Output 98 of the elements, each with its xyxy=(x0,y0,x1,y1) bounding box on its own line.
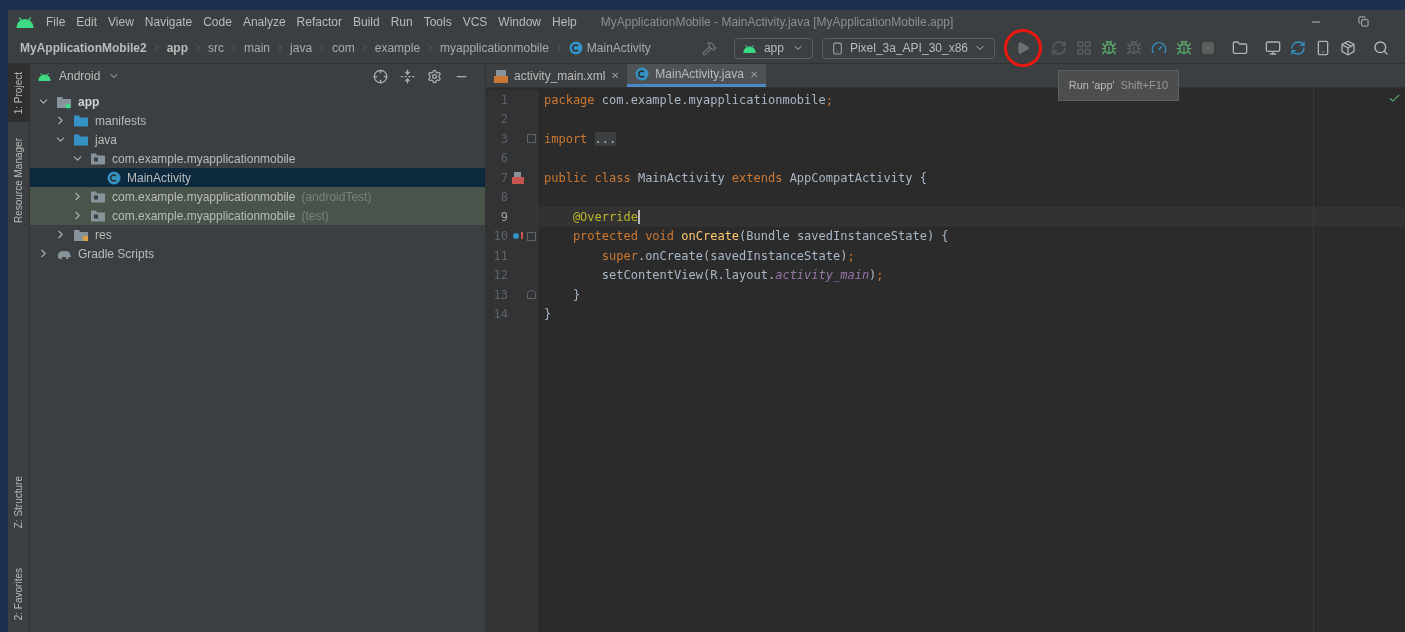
tool-window-tab[interactable]: Resource Manager xyxy=(8,130,29,232)
class-icon xyxy=(107,170,121,185)
code-line: protected void onCreate(Bundle savedInstanceState) { xyxy=(571,228,949,246)
bug-icon[interactable] xyxy=(1176,40,1192,56)
package-folder-icon xyxy=(90,208,106,223)
android-icon xyxy=(38,71,51,81)
search-icon[interactable] xyxy=(1373,40,1389,56)
window-title: MyApplicationMobile - MainActivity.java [MyApplicationMobile.app] xyxy=(600,13,954,31)
override-gutter-icon[interactable] xyxy=(512,231,524,242)
android-icon xyxy=(16,15,34,28)
bug-icon[interactable] xyxy=(1101,40,1117,56)
hammer-icon[interactable] xyxy=(701,40,717,56)
settings-icon[interactable] xyxy=(427,68,442,84)
menu-item[interactable]: Run xyxy=(390,12,413,31)
collapse-icon[interactable] xyxy=(400,68,415,84)
tree-item-label: res xyxy=(95,226,112,244)
menu-item[interactable]: VCS xyxy=(462,12,488,31)
class-icon xyxy=(568,41,583,55)
code-line: } xyxy=(571,286,581,304)
close-tab-button[interactable]: ✕ xyxy=(749,66,758,82)
breadcrumb[interactable]: src xyxy=(208,39,225,57)
breadcrumb[interactable]: MyApplicationMobile2 xyxy=(20,39,147,57)
project-view-selector[interactable]: Android xyxy=(59,67,101,85)
folder-icon xyxy=(73,113,89,128)
tooltip-label: Run 'app' xyxy=(1068,78,1115,93)
device-dropdown[interactable]: Pixel_3a_API_30_x86 xyxy=(821,37,995,59)
resource-folder-icon xyxy=(73,227,89,242)
menu-item[interactable]: Analyze xyxy=(242,12,286,31)
tree-item-label: app xyxy=(78,93,100,111)
code-line: setContentView(R.layout.activity_main); xyxy=(600,267,884,285)
tree-item-label: manifests xyxy=(95,112,147,130)
run-icon[interactable] xyxy=(1016,41,1030,55)
check-icon xyxy=(1388,92,1401,105)
package-icon[interactable] xyxy=(1340,40,1356,56)
package-folder-icon xyxy=(90,151,106,166)
tooltip-shortcut: Shift+F10 xyxy=(1120,78,1168,93)
tree-item-label: com.example.myapplicationmobile xyxy=(112,150,296,168)
code-line: super.onCreate(savedInstanceState); xyxy=(600,247,855,265)
line-number: 9 xyxy=(499,208,508,226)
breadcrumb[interactable]: java xyxy=(290,39,313,57)
editor-tab[interactable]: activity_main.xml ✕ xyxy=(486,64,628,87)
tree-item-label: com.example.myapplicationmobile xyxy=(112,188,296,206)
menu-item[interactable]: View xyxy=(108,12,134,31)
xml-file-icon xyxy=(494,68,508,83)
fold-marker-icon[interactable] xyxy=(527,231,536,241)
monitor-icon[interactable] xyxy=(1265,40,1281,56)
phone-icon[interactable] xyxy=(1315,40,1331,56)
code-line: import ... xyxy=(544,130,617,148)
folder-icon xyxy=(73,132,89,147)
tool-window-tab[interactable]: 1: Project xyxy=(8,64,29,123)
code-line: @Override xyxy=(571,208,640,226)
breadcrumb[interactable]: com xyxy=(332,39,355,57)
close-tab-button[interactable]: ✕ xyxy=(611,68,620,83)
tool-window-tab[interactable]: Z: Structure xyxy=(8,467,29,536)
code-line: public class MainActivity extends AppCompatActivity { xyxy=(544,169,927,187)
code-line: package com.example.myapplicationmobile; xyxy=(544,91,833,109)
tree-item[interactable]: res xyxy=(30,225,485,244)
android-icon xyxy=(742,43,756,53)
menu-item[interactable]: Edit xyxy=(76,12,98,31)
tree-item-label: MainActivity xyxy=(127,169,191,187)
sync-icon[interactable] xyxy=(1290,40,1306,56)
fold-end-icon[interactable] xyxy=(527,290,536,300)
gauge-icon[interactable] xyxy=(1151,40,1167,56)
menu-item[interactable]: File xyxy=(46,12,66,31)
tree-item-label: java xyxy=(95,131,117,149)
breadcrumb[interactable]: app xyxy=(166,39,189,57)
menu-item[interactable]: Tools xyxy=(423,12,452,31)
restore-icon[interactable] xyxy=(1358,16,1369,27)
fold-marker-icon[interactable] xyxy=(527,134,536,144)
activity-gutter-icon[interactable] xyxy=(512,171,524,184)
tree-item[interactable]: com.example.myapplicationmobile xyxy=(30,149,485,168)
folder-icon[interactable] xyxy=(1232,40,1248,56)
class-icon xyxy=(635,67,650,81)
menu-item[interactable]: Window xyxy=(498,12,542,31)
menu-item[interactable]: Build xyxy=(352,12,380,31)
run-configuration-dropdown[interactable]: app xyxy=(733,37,813,59)
breadcrumb[interactable]: example xyxy=(374,39,421,57)
editor-tab[interactable]: MainActivity.java ✕ xyxy=(627,64,766,87)
phone-icon xyxy=(830,41,844,55)
menu-item[interactable]: Code xyxy=(203,12,232,31)
tree-item[interactable]: MainActivity xyxy=(30,168,485,187)
package-folder-icon xyxy=(90,189,106,204)
tree-item[interactable]: Gradle Scripts xyxy=(30,244,485,263)
module-folder-icon xyxy=(56,94,72,109)
crosshair-icon[interactable] xyxy=(373,68,388,84)
tree-item-label: Gradle Scripts xyxy=(78,245,155,263)
menu-item[interactable]: Help xyxy=(552,12,577,31)
tree-item-label: com.example.myapplicationmobile xyxy=(112,207,296,225)
tree-item[interactable]: manifests xyxy=(30,111,485,130)
code-line: } xyxy=(544,306,552,324)
menu-item[interactable]: Refactor xyxy=(296,12,342,31)
tree-item[interactable]: app xyxy=(30,92,485,111)
breadcrumb[interactable]: myapplicationmobile xyxy=(440,39,549,57)
breadcrumb[interactable]: MainActivity xyxy=(586,39,651,57)
menu-item[interactable]: Navigate xyxy=(144,12,193,31)
tool-window-tab[interactable]: 2: Favorites xyxy=(8,559,29,628)
tree-item[interactable]: java xyxy=(30,130,485,149)
breadcrumb[interactable]: main xyxy=(244,39,271,57)
